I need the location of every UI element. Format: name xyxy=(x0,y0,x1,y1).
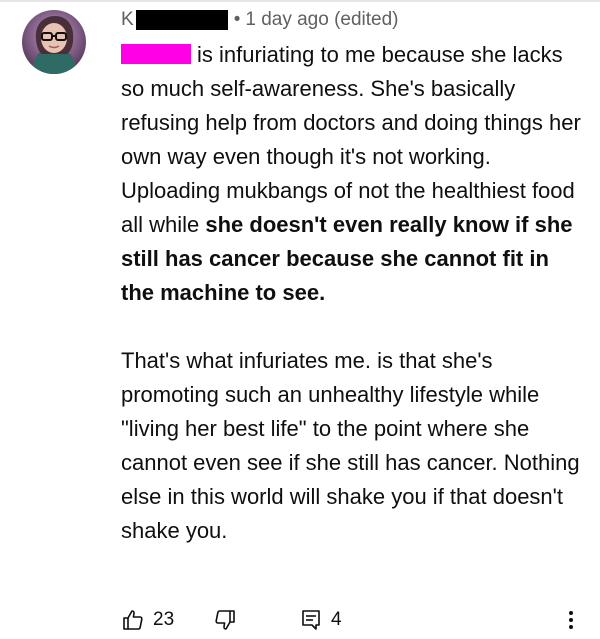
comment-paragraph-2: That's what infuriates me. is that she's… xyxy=(121,348,580,543)
comment-actions: 23 4 xyxy=(121,606,591,634)
dislike-button[interactable] xyxy=(213,606,237,634)
thumbs-down-icon xyxy=(213,608,237,632)
reply-count: 4 xyxy=(331,609,342,630)
more-actions-button[interactable] xyxy=(563,606,579,634)
thumbs-up-icon xyxy=(121,608,145,632)
top-divider xyxy=(0,0,600,2)
like-count: 23 xyxy=(153,609,175,630)
comment-header: K • 1 day ago (edited) xyxy=(121,8,399,32)
reply-button[interactable]: 4 xyxy=(299,606,342,634)
more-vert-icon xyxy=(563,608,579,632)
author-name[interactable]: K xyxy=(121,9,134,31)
avatar-image xyxy=(22,10,86,74)
comment-body: is infuriating to me because she lacks s… xyxy=(121,38,581,548)
like-button[interactable]: 23 xyxy=(121,606,174,634)
redaction-bar xyxy=(135,10,228,30)
avatar[interactable] xyxy=(22,10,86,74)
meta-separator: • xyxy=(233,9,241,30)
redaction-highlight xyxy=(121,44,191,64)
comment-text-part1: is infuriating to me because she lacks s… xyxy=(121,42,581,237)
reply-icon xyxy=(299,608,323,632)
comment-timestamp[interactable]: 1 day ago (edited) xyxy=(245,9,398,31)
